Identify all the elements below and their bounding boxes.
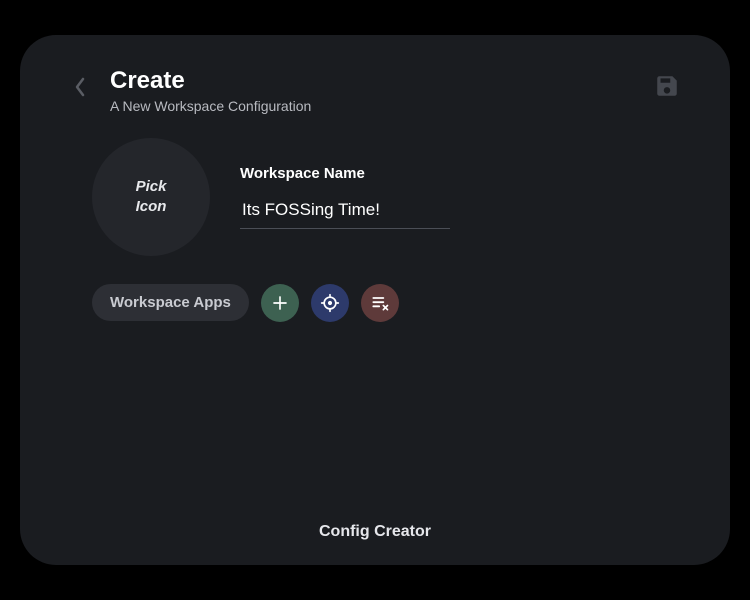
title-group: Create A New Workspace Configuration — [110, 67, 636, 114]
workspace-name-input[interactable] — [240, 194, 450, 229]
back-button[interactable] — [68, 75, 92, 99]
save-icon — [654, 73, 680, 99]
workspace-apps-label: Workspace Apps — [92, 284, 249, 321]
page-subtitle: A New Workspace Configuration — [110, 98, 636, 114]
header: Create A New Workspace Configuration — [68, 67, 682, 114]
workspace-apps-row: Workspace Apps — [92, 284, 682, 322]
workspace-name-group: Workspace Name — [240, 165, 450, 229]
icon-picker-label: PickIcon — [136, 177, 167, 218]
locate-app-button[interactable] — [311, 284, 349, 322]
plus-icon — [271, 294, 289, 312]
chevron-left-icon — [74, 77, 86, 97]
config-row: PickIcon Workspace Name — [92, 138, 682, 256]
page-title: Create — [110, 67, 636, 96]
config-creator-window: Create A New Workspace Configuration Pic… — [20, 35, 730, 565]
add-app-button[interactable] — [261, 284, 299, 322]
footer-label: Config Creator — [68, 523, 682, 545]
save-button[interactable] — [654, 73, 682, 101]
crosshair-icon — [320, 293, 340, 313]
clear-apps-button[interactable] — [361, 284, 399, 322]
list-remove-icon — [370, 293, 390, 313]
icon-picker[interactable]: PickIcon — [92, 138, 210, 256]
workspace-name-label: Workspace Name — [240, 165, 450, 182]
